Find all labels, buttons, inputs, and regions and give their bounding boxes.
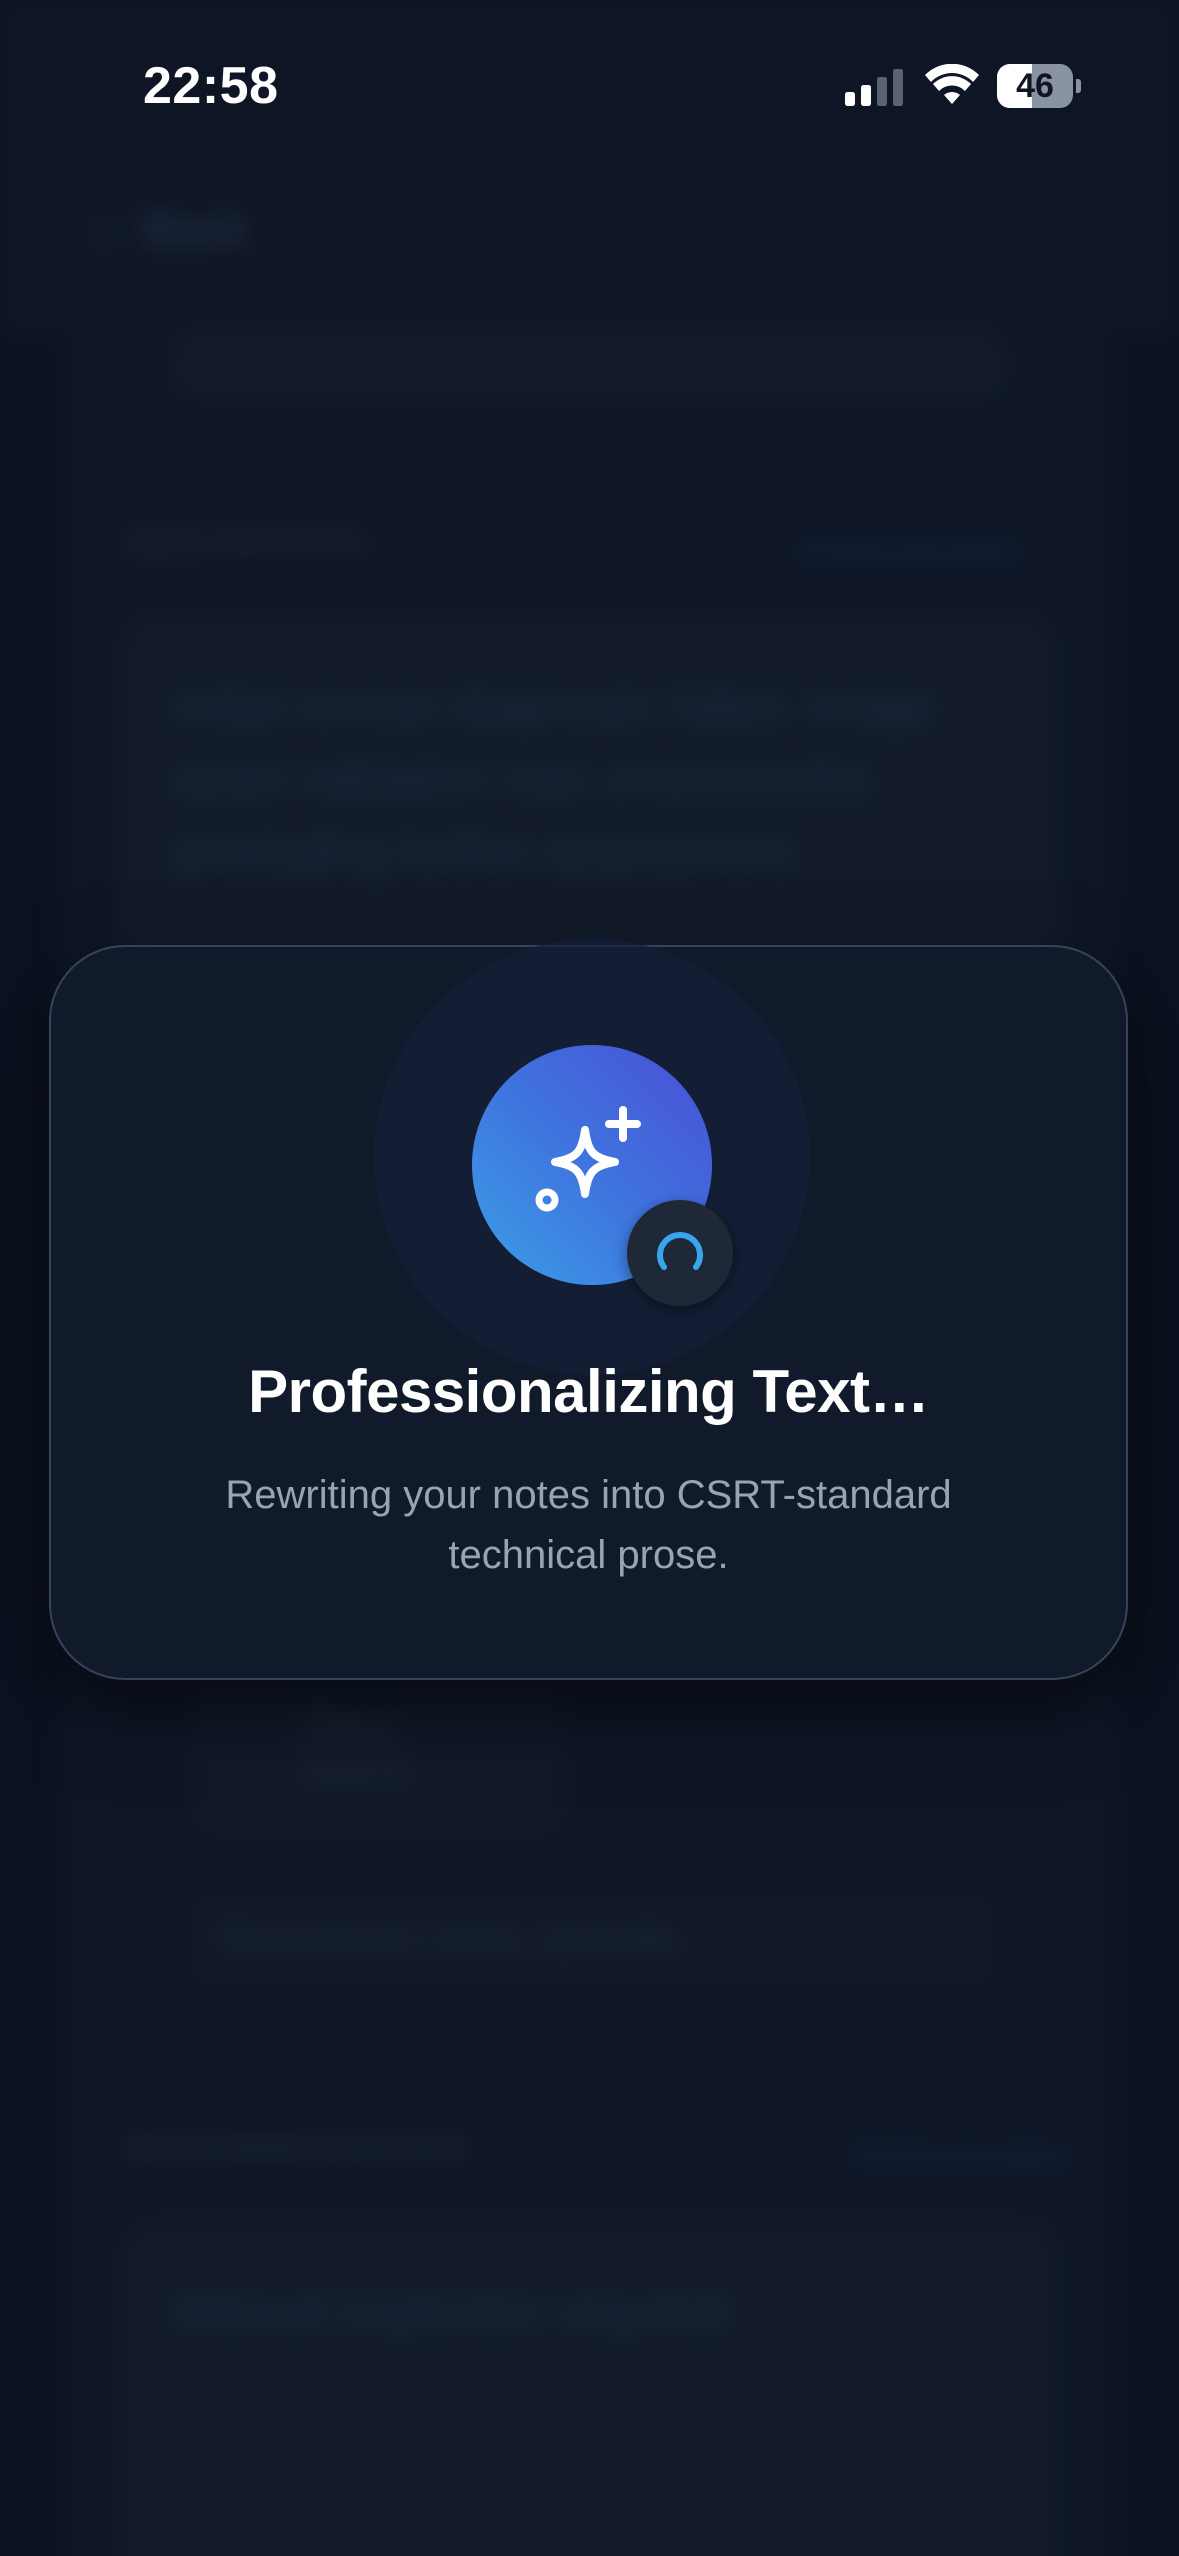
recommend-input-placeholder: Recommend a status, optionally… (220, 1920, 708, 1956)
status-time: 22:58 (143, 57, 279, 115)
spinner-badge (627, 1200, 733, 1306)
recommendation-section-title: RECOMMENDATION (125, 2130, 469, 2168)
description-text: Initial remote diagnostic failed. Image … (175, 680, 935, 876)
chevron-left-icon: ‹ (95, 201, 113, 259)
description-section-title: DESCRIPTION (125, 525, 369, 563)
status-bar: 22:58 46 (0, 0, 1179, 160)
battery-icon: 46 (997, 64, 1081, 108)
cellular-signal-icon (845, 69, 903, 106)
wifi-icon (925, 64, 979, 104)
background-field[interactable] (170, 330, 1010, 400)
modal-subtitle: Rewriting your notes into CSRT-standard … (225, 1473, 952, 1577)
battery-body: 46 (997, 64, 1073, 108)
sparkles-icon (535, 1106, 641, 1212)
loading-spinner-icon (657, 1232, 703, 1270)
back-label: Back (142, 205, 248, 254)
description-professionalize-button[interactable]: Professionalize (800, 535, 1020, 569)
screen: ‹ Back DESCRIPTION Professionalize Initi… (0, 0, 1179, 2556)
recommendation-professionalize-button[interactable]: Professionalize (850, 2140, 1070, 2174)
modal-title: Professionalizing Text… (248, 1358, 929, 1425)
back-button[interactable]: ‹ Back (95, 200, 248, 260)
recommendation-card[interactable] (118, 2215, 1060, 2556)
battery-level: 46 (1016, 67, 1054, 105)
professionalizing-modal: Professionalizing Text… Rewriting your n… (49, 939, 1128, 1680)
recommendation-text: Manual inspection required. (175, 2285, 741, 2337)
status-chip-label: Status Defects (300, 1705, 416, 1791)
battery-tip (1076, 79, 1081, 93)
